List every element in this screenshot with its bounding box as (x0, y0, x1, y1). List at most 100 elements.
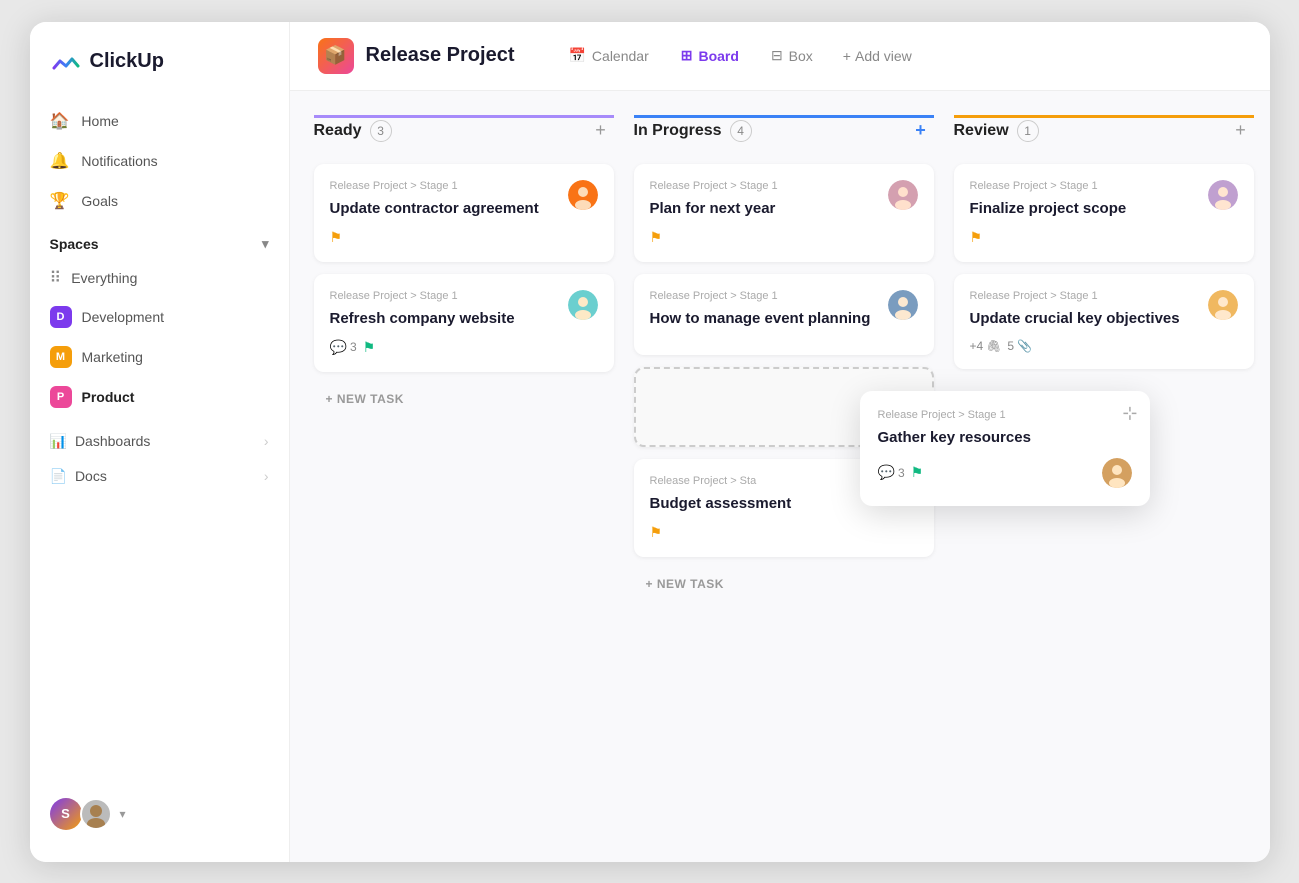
paperclip-icon: 📎 (1017, 339, 1032, 353)
column-count-review: 1 (1017, 120, 1039, 142)
user-face-icon (82, 800, 110, 828)
flag-green-t2: ⚑ (363, 339, 376, 356)
task-footer-t6: ⚑ (650, 524, 918, 541)
add-task-in-progress-button[interactable]: + (908, 118, 934, 144)
add-view-button[interactable]: + Add view (831, 42, 924, 70)
task-card-t7[interactable]: Release Project > Stage 1 Finalize proje… (954, 164, 1254, 262)
floating-flag-icon: ⚑ (911, 464, 924, 481)
tab-box[interactable]: ⊟ Box (757, 41, 827, 70)
board-icon: ⊞ (681, 47, 693, 64)
task-meta-t3: Release Project > Stage 1 (650, 180, 888, 192)
sidebar-item-development[interactable]: D Development (38, 298, 281, 336)
sidebar-footer: S ▾ (30, 782, 289, 846)
attach-count-t8: 5 📎 (1007, 339, 1032, 353)
clickup-logo-icon (50, 46, 82, 78)
calendar-icon: 📅 (568, 47, 585, 64)
task-title-t2: Refresh company website (330, 308, 568, 329)
task-title-t3: Plan for next year (650, 198, 888, 219)
dashboards-label: Dashboards (75, 433, 151, 449)
task-avatar-t3 (888, 180, 918, 210)
main-content: 📦 Release Project 📅 Calendar ⊞ Board ⊟ B… (290, 22, 1270, 862)
column-header-ready: Ready 3 + (314, 115, 614, 152)
user-avatar-s[interactable]: S (50, 798, 82, 830)
project-icon: 📦 (318, 38, 354, 74)
spaces-list: ⠿ Everything D Development M Marketing P… (30, 260, 289, 416)
task-card-t2[interactable]: Release Project > Stage 1 Refresh compan… (314, 274, 614, 372)
sidebar-item-home-label: Home (81, 113, 118, 129)
task-avatar-t1 (568, 180, 598, 210)
sidebar-item-product[interactable]: P Product (38, 378, 281, 416)
home-icon: 🏠 (50, 111, 70, 131)
task-title-t8: Update crucial key objectives (970, 308, 1208, 329)
floating-comment-count: 3 (898, 466, 905, 480)
flag-t6: ⚑ (650, 524, 663, 541)
comment-badge-t2: 💬 3 (330, 339, 357, 356)
grid-icon: ⠿ (50, 268, 62, 288)
column-ready: Ready 3 + Release Project > Stage 1 Upda… (314, 115, 614, 838)
task-title-t4: How to manage event planning (650, 308, 888, 329)
column-title-area-ready: Ready 3 (314, 120, 392, 142)
spaces-section-header: Spaces ▾ (30, 220, 289, 260)
task-avatar-t2 (568, 290, 598, 320)
view-tabs: 📅 Calendar ⊞ Board ⊟ Box + Add view (554, 41, 923, 70)
new-task-in-progress[interactable]: + NEW TASK (634, 569, 934, 599)
sidebar-item-notifications-label: Notifications (81, 153, 157, 169)
task-footer-t1: ⚑ (330, 229, 598, 246)
add-task-review-button[interactable]: + (1228, 118, 1254, 144)
add-task-ready-button[interactable]: + (588, 118, 614, 144)
user-dropdown-icon[interactable]: ▾ (120, 807, 126, 821)
sidebar-item-goals-label: Goals (81, 193, 118, 209)
chevron-right-icon: › (264, 433, 269, 449)
sidebar-item-home[interactable]: 🏠 Home (38, 102, 281, 140)
floating-card-footer: 💬 3 ⚑ (878, 458, 1132, 488)
extra-count-t8: +4 🖇 (970, 339, 1002, 353)
task-card-t3[interactable]: Release Project > Stage 1 Plan for next … (634, 164, 934, 262)
floating-card-title: Gather key resources (878, 427, 1132, 448)
sidebar-item-everything[interactable]: ⠿ Everything (38, 260, 281, 296)
plus-icon: + (843, 48, 851, 64)
docs-icon: 📄 (50, 468, 67, 485)
sidebar-item-goals[interactable]: 🏆 Goals (38, 182, 281, 220)
task-card-t8[interactable]: Release Project > Stage 1 Update crucial… (954, 274, 1254, 369)
floating-card-badges: 💬 3 ⚑ (878, 464, 924, 481)
task-avatar-t7 (1208, 180, 1238, 210)
spaces-label: Spaces (50, 236, 99, 252)
logo-area: ClickUp (30, 46, 289, 102)
board-area: Ready 3 + Release Project > Stage 1 Upda… (290, 91, 1270, 862)
task-meta-t7: Release Project > Stage 1 (970, 180, 1208, 192)
column-count-in-progress: 4 (730, 120, 752, 142)
comment-icon-t2: 💬 (330, 339, 347, 356)
column-title-ready: Ready (314, 122, 362, 140)
paperclip-icon-extra: 🖇 (986, 339, 1001, 353)
trophy-icon: 🏆 (50, 191, 70, 211)
chevron-down-icon[interactable]: ▾ (262, 236, 269, 252)
sidebar: ClickUp 🏠 Home 🔔 Notifications 🏆 Goals S… (30, 22, 290, 862)
new-task-ready[interactable]: + NEW TASK (314, 384, 614, 414)
user-avatar-img (80, 798, 112, 830)
tab-calendar[interactable]: 📅 Calendar (554, 41, 662, 70)
sidebar-item-notifications[interactable]: 🔔 Notifications (38, 142, 281, 180)
topbar: 📦 Release Project 📅 Calendar ⊞ Board ⊟ B… (290, 22, 1270, 91)
box-icon: ⊟ (771, 47, 783, 64)
task-meta-t1: Release Project > Stage 1 (330, 180, 568, 192)
task-card-t1[interactable]: Release Project > Stage 1 Update contrac… (314, 164, 614, 262)
floating-card[interactable]: ⊹ Release Project > Stage 1 Gather key r… (860, 391, 1150, 506)
tab-board[interactable]: ⊞ Board (667, 41, 753, 70)
sidebar-item-docs[interactable]: 📄 Docs › (38, 459, 281, 494)
sidebar-item-dashboards[interactable]: 📊 Dashboards › (38, 424, 281, 459)
task-footer-t7: ⚑ (970, 229, 1238, 246)
sidebar-nav: 🏠 Home 🔔 Notifications 🏆 Goals (30, 102, 289, 220)
task-meta-t4: Release Project > Stage 1 (650, 290, 888, 302)
development-label: Development (82, 309, 165, 325)
sidebar-item-marketing[interactable]: M Marketing (38, 338, 281, 376)
bell-icon: 🔔 (50, 151, 70, 171)
task-card-t4[interactable]: Release Project > Stage 1 How to manage … (634, 274, 934, 355)
flag-orange-t1: ⚑ (330, 229, 343, 246)
dashboards-icon: 📊 (50, 433, 67, 450)
project-title: Release Project (366, 44, 515, 67)
column-title-area-review: Review 1 (954, 120, 1039, 142)
drag-handle-icon[interactable]: ⊹ (1122, 403, 1137, 424)
column-title-area-in-progress: In Progress 4 (634, 120, 752, 142)
project-title-area: 📦 Release Project (318, 38, 515, 74)
floating-card-avatar (1102, 458, 1132, 488)
